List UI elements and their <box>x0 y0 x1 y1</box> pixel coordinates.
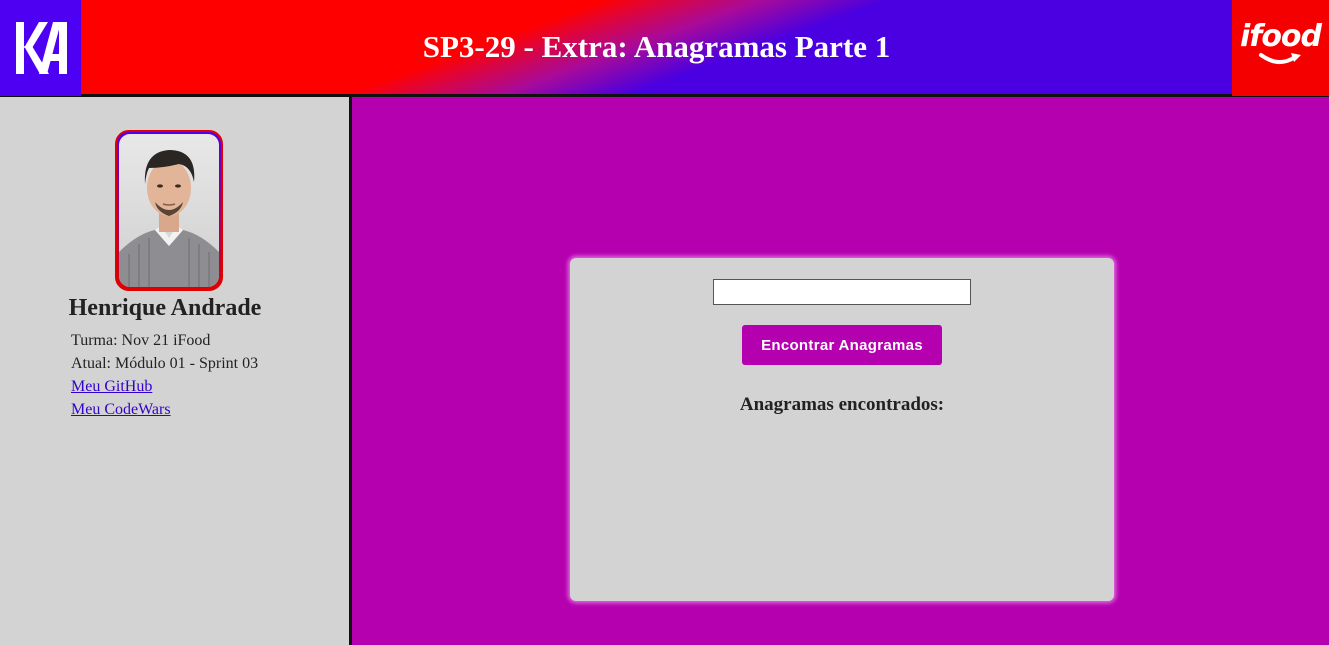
anagram-card: Encontrar Anagramas Anagramas encontrado… <box>570 258 1114 601</box>
codewars-link-item: Meu CodeWars <box>71 401 171 419</box>
profile-sidebar: Henrique Andrade Turma: Nov 21 iFood Atu… <box>0 97 352 645</box>
codewars-link[interactable]: Meu CodeWars <box>71 401 171 418</box>
ifood-logo-text: ifood <box>1239 19 1322 54</box>
page-header: SP3-29 - Extra: Anagramas Parte 1 ifood <box>0 0 1329 97</box>
ifood-smile-icon <box>1258 53 1301 64</box>
results-title: Anagramas encontrados: <box>739 394 945 415</box>
current-module-text: Atual: Módulo 01 - Sprint 03 <box>71 355 259 372</box>
kenzie-logo-icon <box>15 22 67 74</box>
profile-name: Henrique Andrade <box>68 295 262 321</box>
github-link-item: Meu GitHub <box>71 378 152 396</box>
avatar <box>115 130 223 291</box>
kenzie-logo[interactable] <box>0 0 81 96</box>
word-input[interactable] <box>713 279 971 305</box>
find-anagrams-button[interactable]: Encontrar Anagramas <box>742 325 942 365</box>
avatar-photo <box>119 134 219 287</box>
github-link[interactable]: Meu GitHub <box>71 378 152 395</box>
turma-text: Turma: Nov 21 iFood <box>71 332 211 349</box>
ifood-logo[interactable]: ifood <box>1232 0 1329 96</box>
page-title: SP3-29 - Extra: Anagramas Parte 1 <box>422 29 891 64</box>
person-photo-icon <box>119 150 219 287</box>
